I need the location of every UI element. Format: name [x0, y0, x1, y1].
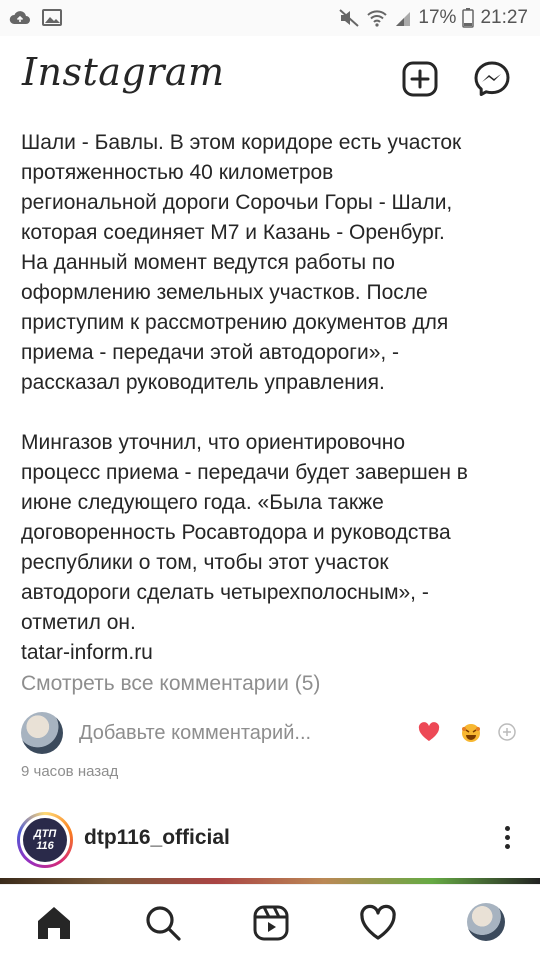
battery-percent: 17%	[418, 7, 457, 28]
home-icon[interactable]	[34, 903, 74, 943]
profile-avatar[interactable]	[467, 903, 505, 941]
caption-line: оформлению земельных участков. После	[21, 281, 428, 304]
activity-heart-icon[interactable]	[358, 903, 398, 943]
add-comment-row: Добавьте комментарий...	[0, 710, 540, 760]
post-timestamp: 9 часов назад	[21, 763, 119, 780]
status-bar: 17% 21:27	[0, 0, 540, 36]
caption-line: приступим к рассмотрению документов для	[21, 311, 449, 334]
battery-icon	[462, 8, 475, 28]
caption-line: отметил он.	[21, 611, 136, 634]
bottom-nav	[0, 884, 540, 961]
signal-icon	[396, 12, 411, 26]
caption-line: автодороги сделать четырехполосным», -	[21, 581, 429, 604]
add-reaction-icon[interactable]	[497, 722, 517, 742]
story-ring[interactable]: ДТП 116	[17, 812, 73, 868]
instagram-logo: Instagram	[22, 50, 225, 94]
clock: 21:27	[480, 7, 528, 28]
next-post-header: ДТП 116 dtp116_official	[0, 808, 540, 878]
caption-line: которая соединяет М7 и Казань - Оренбург…	[21, 221, 445, 244]
avatar: ДТП 116	[23, 818, 67, 862]
caption-line: июне следующего года. «Была также	[21, 491, 384, 514]
image-icon	[42, 9, 62, 26]
post-caption: Шали - Бавлы. В этом коридоре есть участ…	[21, 128, 521, 668]
messenger-icon[interactable]	[473, 60, 511, 98]
caption-line: Шали - Бавлы. В этом коридоре есть участ…	[21, 131, 462, 154]
view-all-comments-link[interactable]: Смотреть все комментарии (5)	[21, 672, 320, 696]
caption-line: рассказал руководитель управления.	[21, 371, 385, 394]
caption-line: республики о том, чтобы этот участок	[21, 551, 389, 574]
avatar-text-top: ДТП	[33, 828, 57, 840]
laughing-emoji-icon[interactable]	[460, 722, 482, 744]
search-icon[interactable]	[143, 903, 183, 943]
source-link[interactable]: tatar-inform.ru	[21, 638, 521, 668]
avatar-text-bottom: 116	[36, 840, 54, 852]
more-options-icon[interactable]	[500, 822, 514, 856]
caption-line: процесс приема - передачи будет завершен…	[21, 461, 468, 484]
caption-line: приема - передачи этой автодороги», -	[21, 341, 400, 364]
heart-emoji-icon[interactable]	[418, 722, 440, 742]
mute-icon	[339, 9, 360, 27]
app-header: Instagram	[0, 36, 540, 122]
caption-line: региональной дороги Сорочьи Горы - Шали,	[21, 191, 453, 214]
caption-line: На данный момент ведутся работы по	[21, 251, 395, 274]
caption-line: договоренность Росавтодора и руководства	[21, 521, 451, 544]
new-post-icon[interactable]	[401, 60, 439, 98]
caption-line: Мингазов уточнил, что ориентировочно	[21, 431, 406, 454]
caption-line: протяженностью 40 километров	[21, 161, 334, 184]
avatar	[21, 712, 63, 754]
add-comment-input[interactable]: Добавьте комментарий...	[79, 722, 311, 745]
post-username[interactable]: dtp116_official	[84, 826, 230, 850]
cloud-icon	[9, 11, 31, 24]
wifi-icon	[367, 10, 388, 27]
reels-icon[interactable]	[251, 903, 291, 943]
